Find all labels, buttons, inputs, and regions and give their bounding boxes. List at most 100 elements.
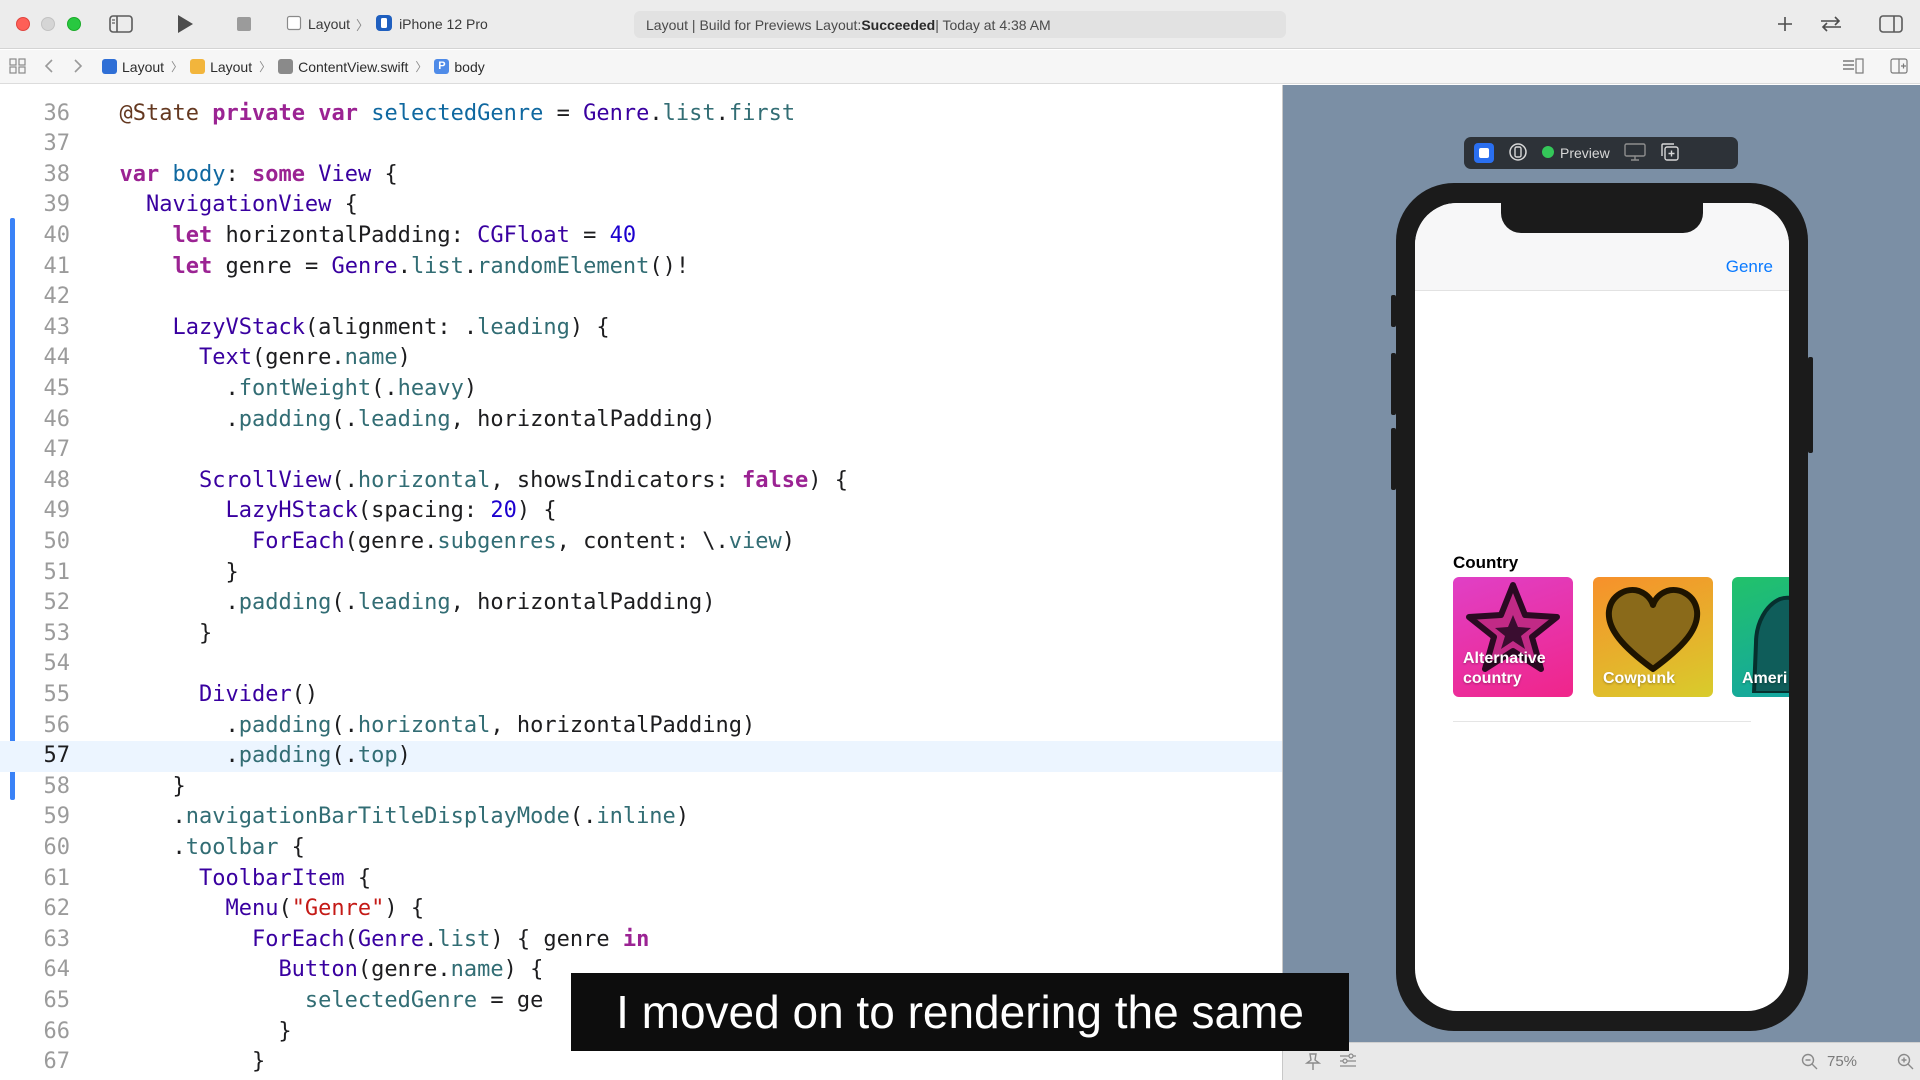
adjust-icon[interactable] (1339, 1053, 1357, 1073)
close-window-button[interactable] (16, 17, 30, 31)
minimize-window-button[interactable] (41, 17, 55, 31)
related-items-icon[interactable] (9, 58, 27, 77)
code-line[interactable]: 63 ForEach(Genre.list) { genre in (0, 925, 1282, 956)
code-token: ( (344, 926, 358, 952)
breadcrumb-symbol[interactable]: body (454, 59, 484, 75)
code-line[interactable]: 39 NavigationView { (0, 190, 1282, 221)
preview-toolbar: Preview (1464, 137, 1738, 169)
subgenre-tile[interactable]: Ameri (1732, 577, 1789, 697)
code-line[interactable]: 42 (0, 282, 1282, 313)
duplicate-preview-icon[interactable] (1660, 142, 1680, 165)
code-text: .fontWeight(.heavy) (93, 374, 477, 405)
line-number: 65 (43, 987, 71, 1013)
code-line[interactable]: 53 } (0, 619, 1282, 650)
chevron-right-icon: 〉 (356, 17, 370, 33)
code-line[interactable]: 56 .padding(.horizontal, horizontalPaddi… (0, 711, 1282, 742)
volume-up-button (1391, 353, 1396, 415)
code-line[interactable]: 47 (0, 435, 1282, 466)
code-line[interactable]: 37 (0, 129, 1282, 160)
code-line[interactable]: 58 } (0, 772, 1282, 803)
editor-options-icon[interactable] (1842, 58, 1864, 77)
run-on-device-icon[interactable] (1624, 142, 1646, 164)
code-text: .navigationBarTitleDisplayMode(.inline) (93, 802, 689, 833)
code-line[interactable]: 55 Divider() (0, 680, 1282, 711)
code-line[interactable]: 62 Menu("Genre") { (0, 894, 1282, 925)
scheme-selector[interactable]: Layout 〉 iPhone 12 Pro (286, 13, 488, 35)
line-number: 62 (43, 896, 71, 922)
code-text: var body: some View { (93, 160, 398, 191)
navigator-toggle-icon[interactable] (108, 12, 134, 36)
breadcrumb-file[interactable]: ContentView.swift (298, 59, 408, 75)
back-icon[interactable] (44, 58, 54, 77)
code-line[interactable]: 50 ForEach(genre.subgenres, content: \.v… (0, 527, 1282, 558)
code-line[interactable]: 61 ToolbarItem { (0, 864, 1282, 895)
code-token: ScrollView (198, 467, 332, 493)
device-settings-icon[interactable] (1508, 142, 1528, 165)
divider (1453, 721, 1751, 722)
code-line[interactable]: 51 } (0, 558, 1282, 589)
code-text: .padding(.leading, horizontalPadding) (93, 405, 715, 436)
code-text: .padding(.top) (93, 741, 410, 772)
code-line[interactable]: 57 .padding(.top) (0, 741, 1282, 772)
code-review-icon[interactable] (1818, 12, 1844, 36)
breadcrumb-folder[interactable]: Layout (210, 59, 252, 75)
genre-menu-button[interactable]: Genre (1726, 257, 1773, 277)
code-token: false (742, 467, 809, 493)
code-line[interactable]: 45 .fontWeight(.heavy) (0, 374, 1282, 405)
project-icon (102, 59, 117, 74)
zoom-window-button[interactable] (67, 17, 81, 31)
code-token: top (357, 743, 398, 769)
code-line[interactable]: 59 .navigationBarTitleDisplayMode(.inlin… (0, 802, 1282, 833)
code-token: ) (463, 375, 478, 401)
code-line[interactable]: 49 LazyHStack(spacing: 20) { (0, 496, 1282, 527)
code-line[interactable]: 48 ScrollView(.horizontal, showsIndicato… (0, 466, 1282, 497)
code-line[interactable]: 38 var body: some View { (0, 160, 1282, 191)
code-line[interactable]: 67 } (0, 1047, 1282, 1078)
add-icon[interactable] (1774, 12, 1796, 36)
code-line[interactable]: 60 .toolbar { (0, 833, 1282, 864)
device-notch (1501, 203, 1703, 233)
run-play-icon[interactable] (174, 12, 196, 36)
line-number: 50 (43, 528, 71, 554)
line-number: 42 (43, 284, 71, 310)
code-token: inline (596, 804, 676, 830)
code-line[interactable]: 46 .padding(.leading, horizontalPadding) (0, 405, 1282, 436)
code-text: ForEach(genre.subgenres, content: \.view… (93, 527, 795, 558)
forward-icon[interactable] (73, 58, 83, 77)
live-preview-icon[interactable] (1474, 143, 1494, 163)
code-line[interactable]: 40 let horizontalPadding: CGFloat = 40 (0, 221, 1282, 252)
pin-icon[interactable] (1304, 1053, 1322, 1075)
code-text: let genre = Genre.list.randomElement()! (93, 252, 689, 283)
line-number: 54 (43, 651, 71, 677)
code-line[interactable]: 54 (0, 649, 1282, 680)
code-token: Genre (331, 253, 398, 279)
code-token: . (93, 804, 186, 830)
code-line[interactable]: 52 .padding(.leading, horizontalPadding) (0, 588, 1282, 619)
source-editor[interactable]: 36 @State private var selectedGenre = Ge… (0, 85, 1282, 1080)
code-token: { (278, 834, 305, 860)
zoom-level[interactable]: 75% (1827, 1053, 1857, 1070)
subgenre-tile[interactable]: Cowpunk (1593, 577, 1713, 697)
subgenre-tile[interactable]: Alternative country (1453, 577, 1573, 697)
scheme-device-label: iPhone 12 Pro (399, 16, 488, 32)
zoom-out-icon[interactable] (1801, 1053, 1819, 1075)
stop-icon[interactable] (234, 12, 254, 36)
code-line[interactable]: 41 let genre = Genre.list.randomElement(… (0, 252, 1282, 283)
code-token: Genre (357, 926, 425, 952)
swift-file-icon (278, 59, 294, 74)
preview-mode-button[interactable]: Preview (1542, 145, 1610, 161)
add-editor-icon[interactable] (1890, 58, 1908, 77)
code-token: (. (569, 804, 597, 830)
activity-prefix: Layout | Build for Previews Layout: (646, 16, 862, 33)
code-line[interactable]: 36 @State private var selectedGenre = Ge… (0, 99, 1282, 130)
code-line[interactable]: 43 LazyVStack(alignment: .leading) { (0, 313, 1282, 344)
inspector-toggle-icon[interactable] (1878, 12, 1904, 36)
zoom-in-icon[interactable] (1897, 1053, 1915, 1075)
code-line[interactable]: 44 Text(genre.name) (0, 343, 1282, 374)
code-token: navigationBarTitleDisplayMode (185, 804, 570, 830)
breadcrumb-project[interactable]: Layout (122, 59, 164, 75)
